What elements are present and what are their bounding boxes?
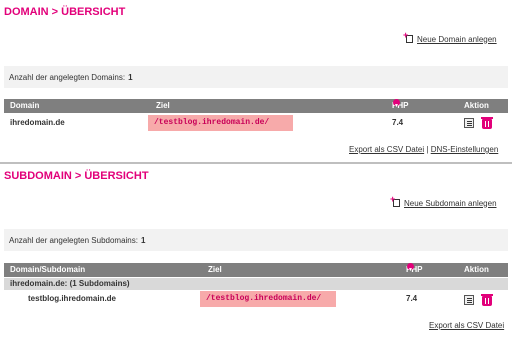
domain-count-box: Anzahl der angelegten Domains: 1 [4, 66, 508, 88]
subdomain-group-row: ihredomain.de: (1 Subdomains) [4, 278, 508, 290]
new-subdomain-link[interactable]: + Neue Subdomain anlegen [390, 195, 497, 208]
add-document-icon: + [390, 195, 401, 208]
col-domain: Domain [10, 101, 40, 110]
col-aktion: Aktion [464, 265, 489, 274]
row-subdomain: testblog.ihredomain.de [28, 294, 117, 303]
subdomain-count-box: Anzahl der angelegten Subdomains: 1 [4, 229, 508, 251]
dns-settings-link[interactable]: DNS-Einstellungen [431, 145, 499, 154]
domain-count-value: 1 [128, 72, 133, 82]
row-php: 7.4 [392, 118, 404, 127]
col-ziel: Ziel [156, 101, 170, 110]
new-domain-link[interactable]: + Neue Domain anlegen [403, 31, 497, 44]
edit-icon[interactable] [464, 295, 474, 305]
row-domain: ihredomain.de [10, 118, 65, 127]
sort-down-icon[interactable]: ▼ [407, 263, 414, 273]
row-ziel: /testblog.ihredomain.de/ [200, 291, 336, 307]
group-label: ihredomain.de: (1 Subdomains) [10, 279, 130, 288]
col-aktion: Aktion [464, 101, 489, 110]
row-php: 7.4 [406, 294, 418, 303]
link-separator: | [426, 145, 429, 154]
domain-section-title: DOMAIN > ÜBERSICHT [4, 6, 126, 18]
add-document-icon: + [403, 31, 414, 44]
domain-footer-links: Export als CSV Datei | DNS-Einstellungen [349, 145, 498, 154]
sort-down-icon[interactable]: ▼ [393, 99, 400, 109]
col-ziel: Ziel [208, 265, 222, 274]
row-ziel: /testblog.ihredomain.de/ [148, 115, 293, 131]
export-csv-link[interactable]: Export als CSV Datei [349, 145, 424, 154]
subdomain-section-title: SUBDOMAIN > ÜBERSICHT [4, 170, 149, 182]
subdomain-table-row: testblog.ihredomain.de /testblog.ihredom… [4, 291, 508, 309]
edit-icon[interactable] [464, 118, 474, 128]
new-subdomain-label: Neue Subdomain anlegen [404, 198, 497, 208]
new-domain-label: Neue Domain anlegen [417, 34, 497, 44]
domain-count-label: Anzahl der angelegten Domains: [9, 72, 126, 82]
subdomain-table-header: Domain/Subdomain Ziel PHP ▼ Aktion [4, 263, 508, 277]
trash-icon[interactable] [481, 117, 493, 129]
col-domain-subdomain: Domain/Subdomain [10, 265, 86, 274]
subdomain-count-label: Anzahl der angelegten Subdomains: [9, 235, 138, 245]
subdomain-count-value: 1 [140, 235, 146, 245]
domain-table-header: Domain Ziel PHP ▼ Aktion [4, 99, 508, 113]
section-divider [0, 162, 512, 164]
subdomain-footer-links: Export als CSV Datei [429, 321, 504, 330]
domain-table-row: ihredomain.de /testblog.ihredomain.de/ 7… [4, 115, 508, 133]
trash-icon[interactable] [481, 294, 493, 306]
export-csv-link[interactable]: Export als CSV Datei [429, 321, 504, 330]
